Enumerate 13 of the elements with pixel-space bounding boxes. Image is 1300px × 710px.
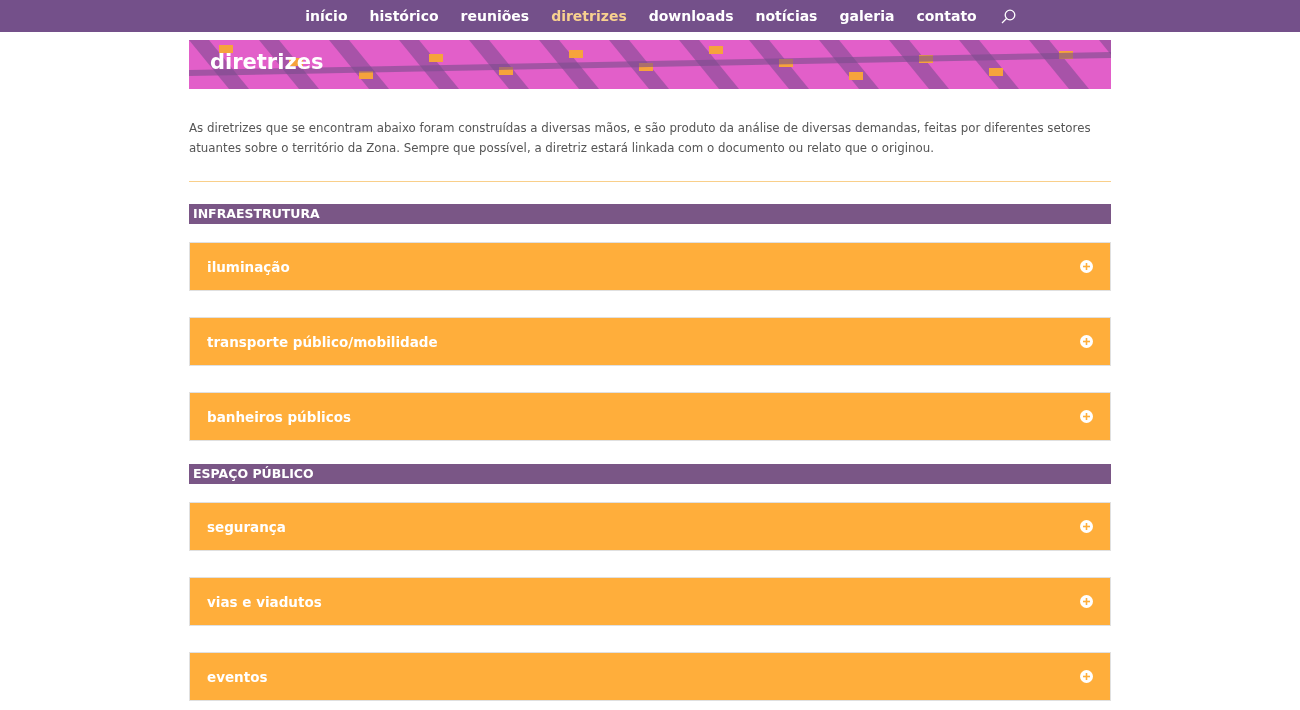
nav-link[interactable]: contato (916, 8, 977, 24)
nav-link[interactable]: diretrizes (551, 8, 627, 24)
nav-link[interactable]: galeria (839, 8, 895, 24)
nav-link[interactable]: notícias (755, 8, 818, 24)
nav-link[interactable]: início (305, 8, 348, 24)
section-heading: ESPAÇO PÚBLICO (189, 464, 1111, 484)
page-title: diretrizes (210, 50, 324, 74)
intro-paragraph: As diretrizes que se encontram abaixo foram construídas a diversas mãos, e são produto da análise de diversas demandas, feitas por diferentes setores atuantes sobre o território da Zona. Sempre que possível, a diretriz estará linkada com o documento ou relato que o originou. (189, 120, 1092, 157)
nav-link[interactable]: histórico (369, 8, 439, 24)
nav-link[interactable]: reuniões (460, 8, 530, 24)
section-heading: INFRAESTRUTURA (189, 204, 1111, 224)
nav-link[interactable]: downloads (648, 8, 734, 24)
search-icon[interactable] (1000, 8, 1016, 24)
